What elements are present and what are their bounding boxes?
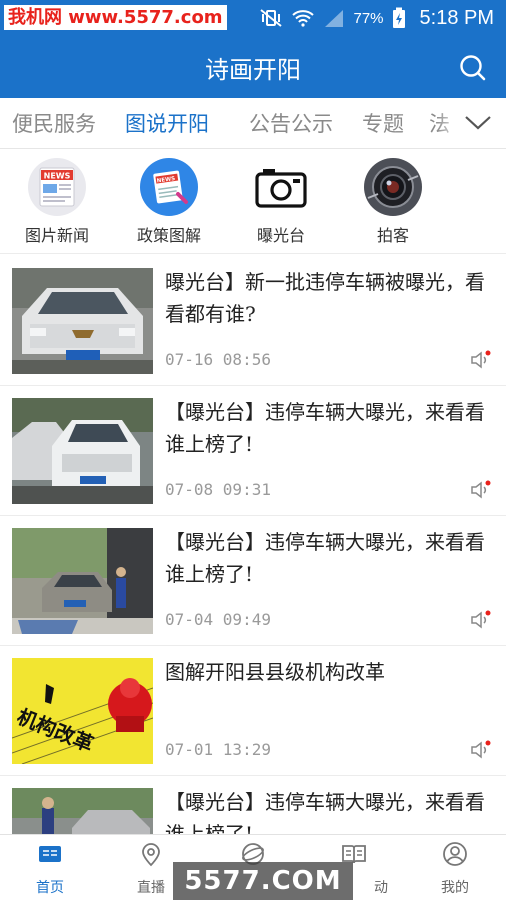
news-date: 07-08 09:31: [165, 480, 271, 499]
news-icon: NEWS: [28, 158, 86, 216]
news-title: 图解开阳县县级机构改革: [165, 660, 385, 684]
channel-grid: NEWS 图片新闻 NEWS 政策图解 曝光台 拍客: [0, 150, 506, 254]
audio-icon[interactable]: [470, 740, 492, 760]
channel-policy[interactable]: NEWS 政策图解: [114, 158, 224, 246]
home-icon: [39, 846, 61, 862]
news-thumbnail: [12, 398, 153, 504]
status-icons: 77% 5:18 PM: [259, 0, 494, 36]
channel-label: 拍客: [376, 226, 409, 245]
news-item[interactable]: 【曝光台】违停车辆大曝光，来看看谁上榜了! 07-08 09:31: [0, 386, 506, 516]
channel-photo-news[interactable]: NEWS 图片新闻: [2, 158, 112, 246]
clock: 5:18 PM: [419, 6, 494, 29]
channel-label: 图片新闻: [24, 226, 89, 245]
camera-icon: [252, 158, 310, 216]
search-icon[interactable]: [458, 53, 488, 83]
battery-charging-icon: [392, 7, 405, 28]
channel-label: 政策图解: [136, 226, 201, 245]
channel-label: 曝光台: [256, 226, 305, 245]
news-date: 07-01 13:29: [165, 740, 271, 759]
audio-icon[interactable]: [470, 610, 492, 630]
channel-exposure[interactable]: 曝光台: [226, 158, 336, 246]
news-date: 07-04 09:49: [165, 610, 271, 629]
tab-convenience[interactable]: 便民服务: [12, 108, 96, 138]
channel-reporter[interactable]: 拍客: [338, 158, 448, 246]
user-icon: [443, 842, 467, 866]
tab-topics[interactable]: 专题: [362, 108, 404, 138]
watermark-top: 我机网 www.5577.com: [4, 5, 227, 30]
news-item[interactable]: 曝光台】新一批违停车辆被曝光，看看都有谁? 07-16 08:56: [0, 256, 506, 386]
policy-news-icon: NEWS: [140, 158, 198, 216]
news-thumbnail: 机构改革: [12, 658, 153, 764]
news-title: 【曝光台】违停车辆大曝光，来看看谁上榜了!: [165, 400, 485, 456]
audio-icon[interactable]: [470, 480, 492, 500]
nav-profile[interactable]: 我的: [415, 841, 495, 897]
app-header: 诗画开阳: [0, 36, 506, 98]
news-item[interactable]: 【曝光台】违停车辆大曝光，来看看谁上榜了! 07-04 09:49: [0, 516, 506, 646]
news-thumbnail: [12, 268, 153, 374]
watermark-bottom: 5577.COM: [173, 862, 353, 900]
tab-announcements[interactable]: 公告公示: [249, 108, 333, 138]
chevron-down-icon[interactable]: [464, 110, 492, 134]
vibrate-mute-icon: [260, 9, 283, 27]
news-thumbnail: [12, 528, 153, 634]
news-item[interactable]: 机构改革 图解开阳县县级机构改革 07-01 13:29: [0, 646, 506, 776]
nav-label: 首页: [36, 880, 64, 896]
svg-text:NEWS: NEWS: [44, 172, 71, 181]
location-icon: [142, 843, 160, 867]
tab-pictures[interactable]: 图说开阳: [125, 108, 209, 138]
wifi-icon: [292, 10, 315, 27]
news-title: 【曝光台】违停车辆大曝光，来看看谁上榜了!: [165, 530, 485, 586]
news-title: 曝光台】新一批违停车辆被曝光，看看都有谁?: [165, 270, 485, 326]
battery-percent: 77%: [353, 9, 384, 27]
signal-icon: [325, 10, 344, 27]
status-bar: 我机网 www.5577.com 77% 5:18 PM: [0, 0, 506, 36]
category-tabs: 便民服务 图说开阳 公告公示 专题 法: [0, 98, 506, 149]
audio-icon[interactable]: [470, 350, 492, 370]
page-title: 诗画开阳: [205, 56, 301, 84]
news-date: 07-16 08:56: [165, 350, 271, 369]
lens-icon: [364, 158, 422, 216]
nav-label: 我的: [441, 880, 469, 896]
nav-home[interactable]: 首页: [10, 841, 90, 897]
